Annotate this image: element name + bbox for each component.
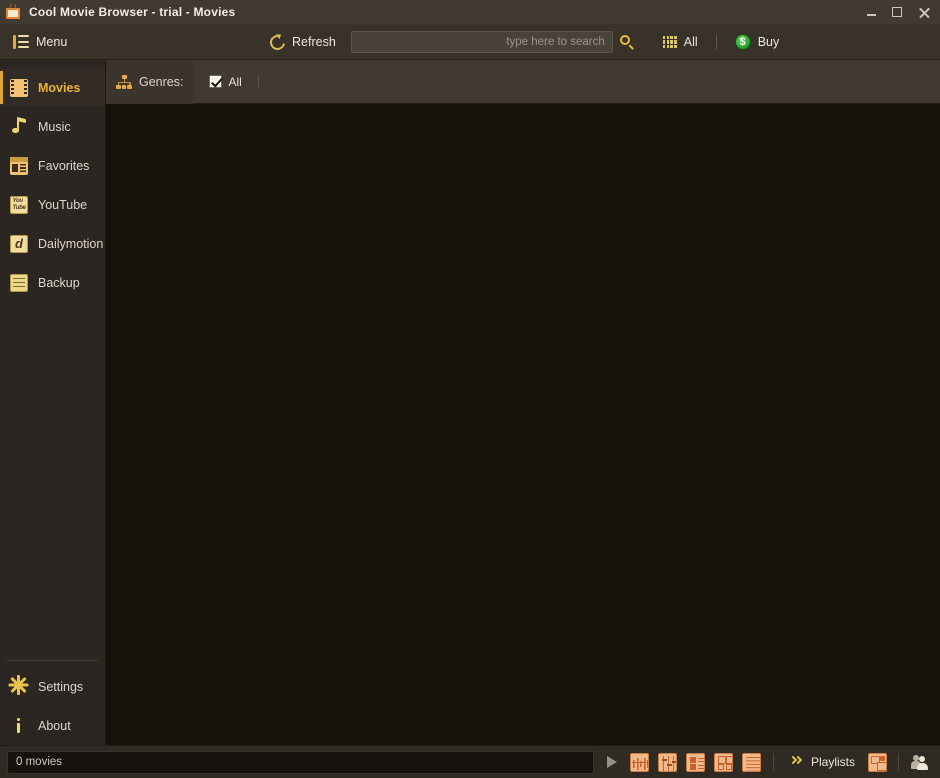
view-grid-button[interactable] <box>712 750 736 774</box>
sidebar-item-label: About <box>38 718 71 733</box>
genres-filter-bar: Genres: All <box>106 59 940 104</box>
film-strip-icon <box>10 78 28 97</box>
minimize-button[interactable] <box>858 1 884 23</box>
refresh-button[interactable]: Refresh <box>262 31 344 54</box>
view-detail-list-button[interactable] <box>684 750 708 774</box>
sidebar-item-backup[interactable]: Backup <box>0 263 105 302</box>
movies-list-canvas[interactable] <box>106 104 940 745</box>
window-controls <box>858 0 936 24</box>
sidebar-item-label: Favorites <box>38 158 90 173</box>
menu-button-label: Menu <box>36 34 68 49</box>
sidebar-item-label: Music <box>38 119 71 134</box>
backup-drive-icon <box>10 273 28 292</box>
sidebar-item-label: Dailymotion <box>38 236 104 251</box>
detail-list-view-icon <box>686 752 706 772</box>
window-title: Cool Movie Browser - trial - Movies <box>29 5 236 19</box>
green-dollar-coin-icon: $ <box>734 34 751 50</box>
tv-icon <box>5 3 21 20</box>
sliders-view-icon <box>658 752 678 772</box>
sidebar-item-movies[interactable]: Movies <box>0 68 105 107</box>
title-bar: Cool Movie Browser - trial - Movies <box>0 0 940 24</box>
statusbar-tools: Playlists <box>600 750 936 774</box>
menu-button[interactable]: Menu <box>4 32 77 52</box>
view-sliders-button[interactable] <box>656 750 680 774</box>
view-list-button[interactable] <box>740 750 764 774</box>
sidebar-item-label: Movies <box>38 80 81 95</box>
filter-all-label: All <box>683 35 698 49</box>
manage-playlists-button[interactable] <box>865 750 889 774</box>
sidebar-item-dailymotion[interactable]: d Dailymotion <box>0 224 105 263</box>
main-toolbar: Menu Refresh All <box>0 24 940 60</box>
toolbar-separator <box>715 34 717 50</box>
statusbar-separator <box>772 754 774 770</box>
buy-button-label: Buy <box>757 35 780 49</box>
sidebar-item-youtube[interactable]: You Tube YouTube <box>0 185 105 224</box>
maximize-button[interactable] <box>884 1 910 23</box>
manage-playlists-icon <box>867 752 887 772</box>
sidebar: Movies Music Favorites You Tube YouTube d <box>0 60 106 745</box>
application-window: Cool Movie Browser - trial - Movies Menu… <box>0 0 940 778</box>
status-bar: 0 movies Playlists <box>0 745 940 778</box>
sidebar-item-about[interactable]: About <box>0 706 105 745</box>
grid-view-icon <box>714 752 734 772</box>
music-note-icon <box>10 118 28 136</box>
playlists-button[interactable]: Playlists <box>783 752 861 772</box>
refresh-icon <box>267 31 288 53</box>
filter-all-button[interactable]: All <box>655 31 706 53</box>
toolbar-right-group: Refresh All $ Buy <box>262 24 787 60</box>
statusbar-separator-2 <box>898 754 899 770</box>
minimize-icon <box>866 13 876 16</box>
hierarchy-icon <box>116 74 132 89</box>
content-area: Genres: All <box>106 59 940 745</box>
sidebar-divider <box>6 660 99 661</box>
sidebar-item-settings[interactable]: Settings <box>0 667 105 706</box>
double-chevron-icon <box>788 755 805 769</box>
genre-checkbox-all[interactable]: All <box>205 73 245 91</box>
grid-dots-icon <box>662 36 677 48</box>
close-icon <box>918 7 929 18</box>
genres-label: Genres: <box>139 74 184 89</box>
genres-list: All <box>193 60 259 104</box>
genres-separator <box>257 74 259 89</box>
genres-label-group: Genres: <box>106 59 194 104</box>
search-button[interactable] <box>613 28 643 56</box>
info-icon <box>10 717 28 735</box>
genre-label: All <box>228 74 242 89</box>
refresh-button-label: Refresh <box>292 35 336 49</box>
search-box[interactable] <box>350 31 613 53</box>
sidebar-item-music[interactable]: Music <box>0 107 105 146</box>
playlists-label: Playlists <box>810 755 855 769</box>
play-button[interactable] <box>600 750 624 774</box>
dailymotion-icon: d <box>10 234 28 253</box>
status-field: 0 movies <box>7 750 594 774</box>
list-view-icon <box>742 752 762 772</box>
favorites-card-icon <box>10 156 28 175</box>
movie-count-text: 0 movies <box>16 756 63 768</box>
maximize-icon <box>892 7 902 17</box>
close-button[interactable] <box>910 1 936 23</box>
people-icon <box>911 754 929 770</box>
window-body: Movies Music Favorites You Tube YouTube d <box>0 59 940 745</box>
play-icon <box>606 756 617 768</box>
sidebar-item-label: YouTube <box>38 197 88 212</box>
search-input[interactable] <box>358 32 605 52</box>
checkbox-icon[interactable] <box>209 75 223 88</box>
timeline-view-icon <box>630 752 650 772</box>
hamburger-menu-icon <box>13 34 29 49</box>
buy-button[interactable]: $ Buy <box>727 30 788 54</box>
sidebar-item-favorites[interactable]: Favorites <box>0 146 105 185</box>
sidebar-item-label: Settings <box>38 679 84 694</box>
youtube-icon: You Tube <box>10 195 28 214</box>
people-button[interactable] <box>908 750 932 774</box>
magnifier-icon <box>620 34 635 50</box>
view-timeline-button[interactable] <box>628 750 652 774</box>
gear-icon <box>8 675 29 696</box>
sidebar-item-label: Backup <box>38 275 80 290</box>
